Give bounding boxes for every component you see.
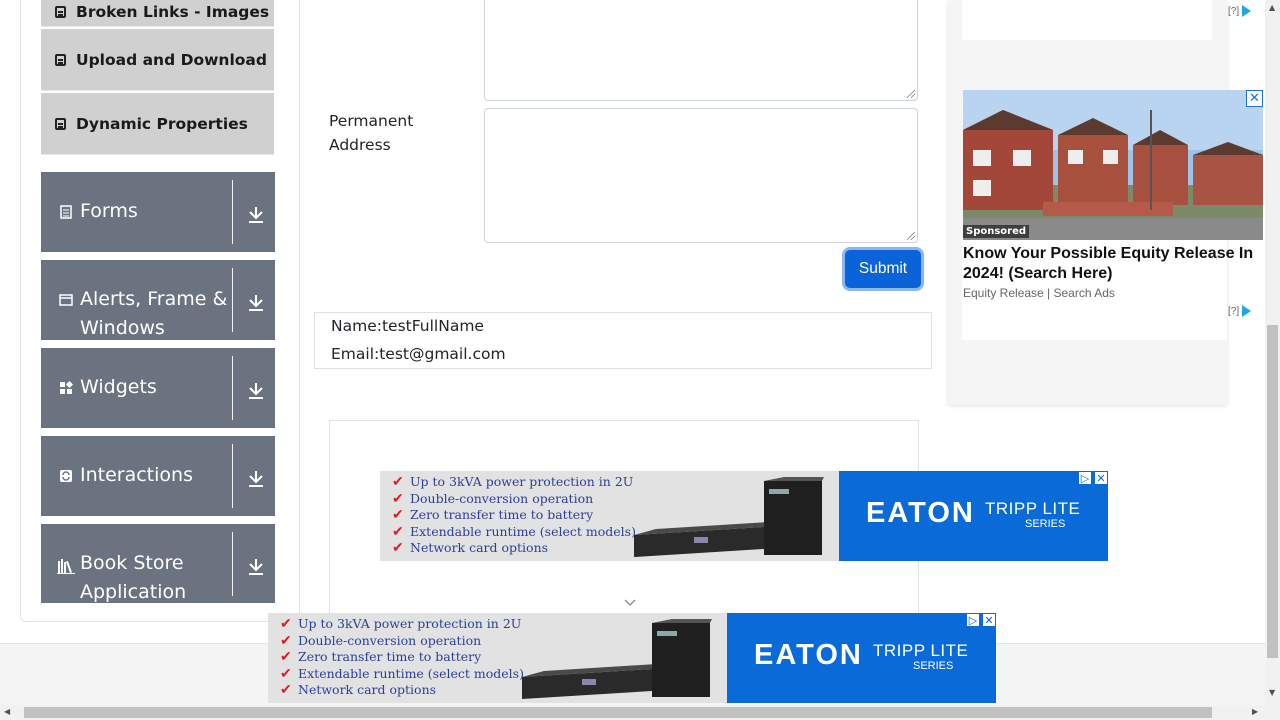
adchoices-text: [?] [1228,305,1240,317]
output-panel: Name:testFullName Email:test@gmail.com [314,312,932,369]
divider [232,532,233,596]
submit-button[interactable]: Submit [845,250,921,288]
output-email: Email:test@gmail.com [331,345,506,363]
bookstore-icon [57,559,75,574]
ad-controls: ▷ ✕ [1076,471,1108,485]
scroll-thumb[interactable] [1267,325,1278,658]
adchoices-bottom[interactable]: [?] [1228,305,1252,317]
ad-bullet: Extendable runtime (select models) [392,524,636,541]
sidebar-group-interactions[interactable]: Interactions [41,436,275,516]
ad-bullet: Network card options [392,540,636,557]
eaton-ad-bottom[interactable]: Up to 3kVA power protection in 2U Double… [268,613,996,703]
sidebar-item-label: Dynamic Properties [76,114,248,133]
divider [232,444,233,508]
download-arrow-icon[interactable] [247,204,265,224]
adchoices-top[interactable]: [?] [1228,5,1252,17]
group-label: Book Store Application [80,552,187,603]
ad-headline[interactable]: Know Your Possible Equity Release In 202… [963,244,1263,284]
permanent-address-textarea[interactable] [484,108,918,243]
sidebar-item-dynamic-properties[interactable]: Dynamic Properties [41,93,274,155]
sponsored-badge: Sponsored [963,225,1030,238]
current-address-textarea[interactable] [484,0,918,101]
adchoices-icon [1242,5,1252,17]
ad-bullet: Extendable runtime (select models) [280,666,524,683]
ad-bullets: Up to 3kVA power protection in 2U Double… [280,616,524,699]
permanent-address-label: Permanent Address [329,112,414,154]
adchoices-icon[interactable]: ▷ [1078,471,1092,485]
download-arrow-icon[interactable] [247,556,265,576]
close-icon[interactable]: ✕ [1094,471,1108,485]
ups-device-image [634,477,824,557]
scroll-thumb[interactable] [24,707,1212,718]
ad-controls: ▷ ✕ [964,613,996,627]
ad-bullet: Double-conversion operation [392,491,636,508]
scroll-left-icon[interactable]: ◀ [4,707,10,716]
scroll-up-icon[interactable]: ▲ [1269,3,1275,12]
ad-bullet: Zero transfer time to battery [392,507,636,524]
divider [232,268,233,332]
document-icon [55,117,66,130]
adchoices-icon [1242,305,1252,317]
chevron-down-icon[interactable] [624,598,636,608]
ups-device-image [522,619,712,699]
eaton-ad-top[interactable]: Up to 3kVA power protection in 2U Double… [380,471,1108,561]
group-label: Alerts, Frame & Windows [80,288,228,339]
sidebar-group-widgets[interactable]: Widgets [41,348,275,428]
sidebar-group-alerts[interactable]: Alerts, Frame & Windows [41,260,275,340]
download-arrow-icon[interactable] [247,468,265,488]
document-icon [55,53,66,66]
sidebar-item-label: Broken Links - Images [76,3,270,21]
adchoices-text: [?] [1228,5,1240,17]
group-label: Forms [80,200,138,222]
sidebar-group-forms[interactable]: Forms [41,172,275,252]
ad-bullet: Up to 3kVA power protection in 2U [280,616,524,633]
eaton-brand-panel: EATON TRIPP LITE SERIES [839,471,1108,561]
house-photo[interactable] [963,90,1263,240]
ad-bullet: Up to 3kVA power protection in 2U [392,474,636,491]
ad-bullet: Network card options [280,682,524,699]
tripp-lite-label: TRIPP LITE [985,499,1081,518]
eaton-logo: EATON [866,497,975,529]
series-label: SERIES [913,660,954,672]
resize-handle[interactable] [907,232,915,240]
ad-bullets: Up to 3kVA power protection in 2U Double… [392,474,636,557]
adchoices-icon[interactable]: ▷ [966,613,980,627]
divider [232,180,233,244]
close-icon[interactable]: ✕ [982,613,996,627]
group-label: Widgets [80,376,157,398]
eaton-brand-panel: EATON TRIPP LITE SERIES [727,613,996,703]
series-label: SERIES [1025,518,1066,530]
form-icon [60,205,72,219]
divider [232,356,233,420]
window-icon [59,294,73,306]
sidebar-group-bookstore[interactable]: Book Store Application [41,524,275,603]
scroll-down-icon[interactable]: ▼ [1269,688,1275,697]
horizontal-scrollbar[interactable]: ◀ ▶ [0,705,1280,720]
download-arrow-icon[interactable] [247,292,265,312]
download-arrow-icon[interactable] [247,380,265,400]
output-name: Name:testFullName [331,317,484,335]
sidebar-item-upload-download[interactable]: Upload and Download [41,29,274,91]
sidebar-item-label: Upload and Download [76,50,267,69]
document-icon [55,6,66,18]
tripp-lite-label: TRIPP LITE [873,641,969,660]
eaton-logo: EATON [754,639,863,671]
ad-bullet: Zero transfer time to battery [280,649,524,666]
group-label: Interactions [80,464,193,486]
widgets-icon [60,381,73,394]
interactions-icon [60,470,72,482]
sidebar-item-broken-links[interactable]: Broken Links - Images [41,0,274,27]
close-icon[interactable]: ✕ [1246,90,1263,107]
resize-handle[interactable] [907,90,915,98]
ad-bullet: Double-conversion operation [280,633,524,650]
ad-source[interactable]: Equity Release | Search Ads [963,286,1115,300]
vertical-scrollbar[interactable]: ▲ ▼ [1265,0,1280,705]
scroll-right-icon[interactable]: ▶ [1252,707,1258,716]
ad-slot-top [962,0,1212,40]
